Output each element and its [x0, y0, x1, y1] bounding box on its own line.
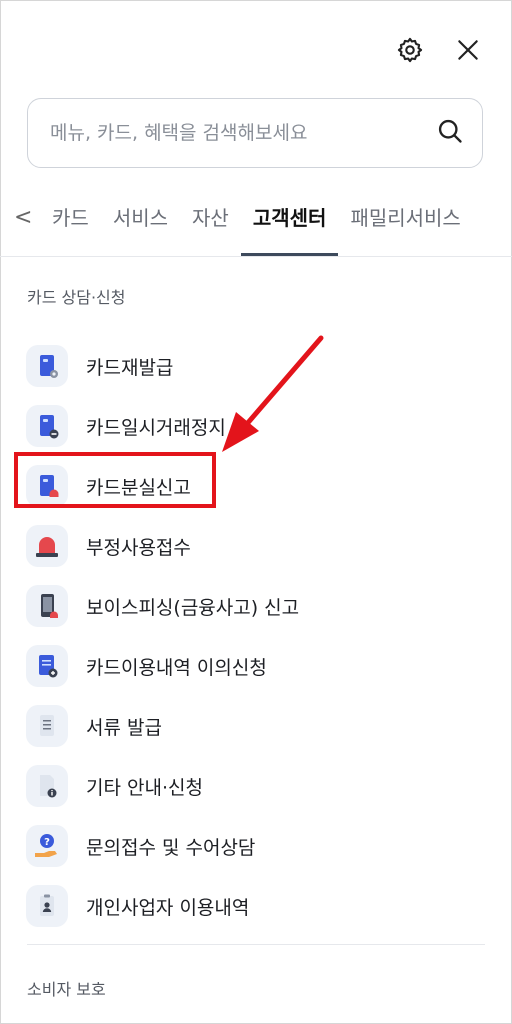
close-icon[interactable] [452, 34, 484, 66]
menu-item-document-issue[interactable]: 서류 발급 [26, 696, 486, 756]
tab-card[interactable]: 카드 [40, 198, 101, 256]
document-icon [26, 705, 68, 747]
phone-alert-icon [26, 585, 68, 627]
menu-label: 카드이용내역 이의신청 [86, 656, 267, 679]
highlight-box [14, 452, 216, 508]
gear-icon[interactable] [394, 34, 426, 66]
section-title-card-counsel: 카드 상담·신청 [27, 288, 126, 307]
tab-family-service[interactable]: 패밀리서비스 [338, 198, 472, 256]
menu-item-inquiry-sign-language[interactable]: ? 문의접수 및 수어상담 [26, 816, 486, 876]
menu-item-statement-objection[interactable]: 카드이용내역 이의신청 [26, 636, 486, 696]
search-box [27, 98, 483, 168]
menu-label: 기타 안내·신청 [86, 776, 203, 799]
card-suspend-icon [26, 405, 68, 447]
svg-text:?: ? [44, 837, 50, 848]
menu-label: 부정사용접수 [86, 536, 191, 559]
search-input[interactable] [48, 121, 436, 145]
section-divider [27, 944, 485, 945]
menu-item-other-guide[interactable]: 기타 안내·신청 [26, 756, 486, 816]
card-reissue-icon [26, 345, 68, 387]
menu-label: 문의접수 및 수어상담 [86, 836, 256, 859]
tab-divider [0, 256, 512, 257]
menu-item-card-reissue[interactable]: 카드재발급 [26, 336, 486, 396]
header-actions [394, 34, 484, 66]
question-hand-icon: ? [26, 825, 68, 867]
business-id-icon [26, 885, 68, 927]
search-icon[interactable] [436, 117, 464, 149]
alarm-siren-icon [26, 525, 68, 567]
tab-prev-icon[interactable]: < [14, 198, 32, 238]
statement-objection-icon [26, 645, 68, 687]
info-document-icon [26, 765, 68, 807]
section-title-consumer-protection: 소비자 보호 [27, 980, 106, 999]
tab-service[interactable]: 서비스 [101, 198, 180, 256]
menu-item-business-usage[interactable]: 개인사업자 이용내역 [26, 876, 486, 936]
menu-list: 카드재발급 카드일시거래정지 카드분실신고 부정사용접수 보이스피싱(금융사고)… [26, 336, 486, 936]
tab-customer-center[interactable]: 고객센터 [240, 198, 339, 256]
tab-assets[interactable]: 자산 [180, 198, 241, 256]
menu-label: 서류 발급 [86, 716, 162, 739]
menu-item-voice-phishing[interactable]: 보이스피싱(금융사고) 신고 [26, 576, 486, 636]
menu-item-fraud-report[interactable]: 부정사용접수 [26, 516, 486, 576]
menu-label: 보이스피싱(금융사고) 신고 [86, 596, 300, 619]
menu-item-card-suspend[interactable]: 카드일시거래정지 [26, 396, 486, 456]
menu-label: 카드재발급 [86, 356, 174, 379]
category-tabs: < 카드 서비스 자산 고객센터 패밀리서비스 [0, 198, 512, 256]
menu-label: 개인사업자 이용내역 [86, 896, 250, 919]
menu-label: 카드일시거래정지 [86, 416, 226, 439]
